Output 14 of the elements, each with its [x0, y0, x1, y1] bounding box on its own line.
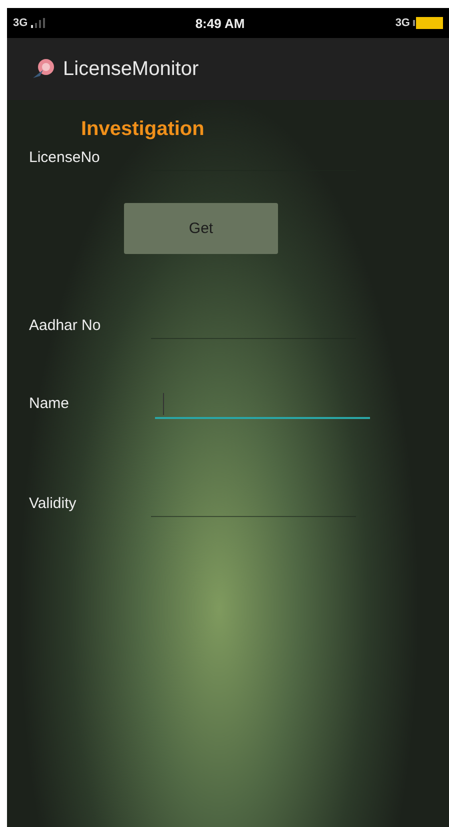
network-type: 3G [395, 17, 410, 29]
input-field[interactable] [155, 393, 370, 419]
battery-icon [413, 17, 443, 29]
signal-icon [30, 18, 45, 28]
screen-heading: Investigation [81, 118, 204, 141]
network-type: 3G [13, 17, 28, 29]
field-label: Name [28, 395, 70, 412]
app-logo-icon [31, 58, 57, 80]
clock: 8:49 AM [195, 16, 245, 30]
app-title: LicenseMonitor [63, 58, 199, 80]
field-label: Aadhar No [28, 317, 102, 334]
get-button[interactable]: Get [124, 203, 278, 254]
field-label: LicenseNo [28, 149, 101, 166]
field-label: Validity [28, 495, 78, 512]
